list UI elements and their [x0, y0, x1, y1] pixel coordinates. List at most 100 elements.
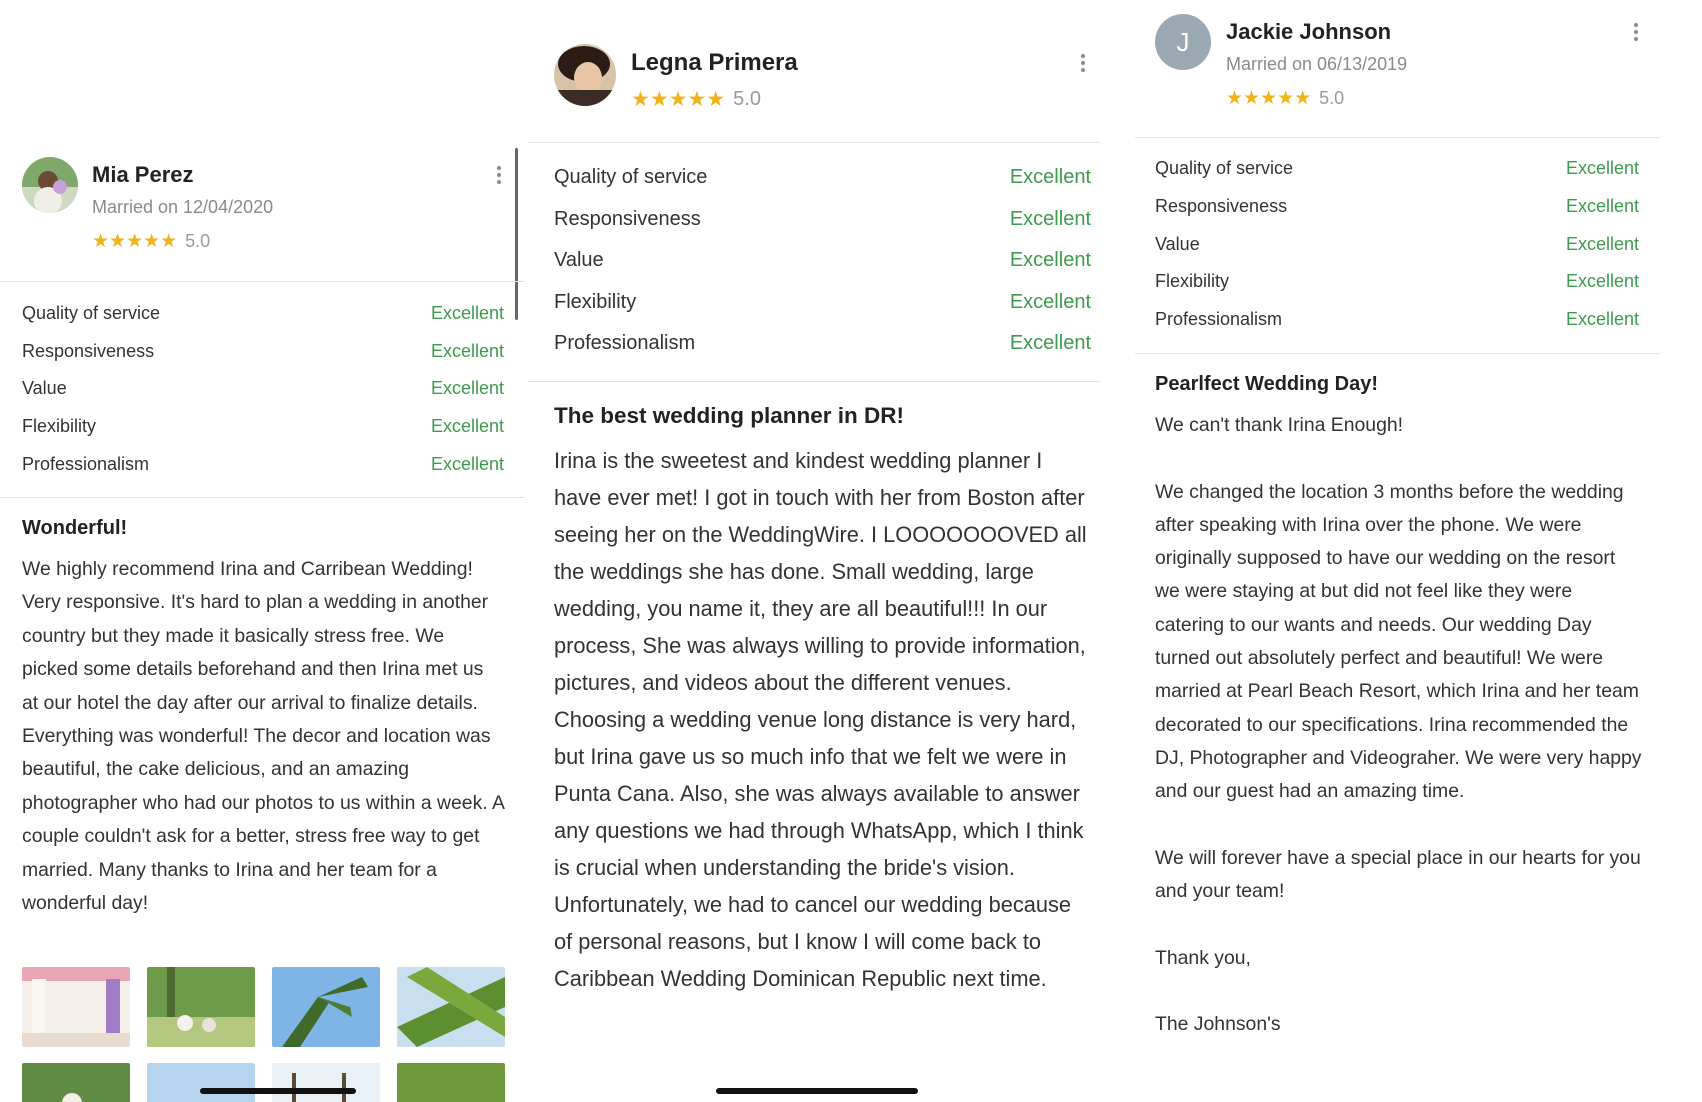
rating-label: Value	[22, 378, 67, 399]
reviewer-name: Jackie Johnson	[1226, 19, 1392, 44]
review-paragraph: Thank you,	[1155, 946, 1251, 969]
review-paragraph: The Johnson's	[1155, 1013, 1281, 1036]
avatar[interactable]	[554, 44, 616, 106]
rating-score: 5.0	[1319, 88, 1345, 108]
scrollbar[interactable]	[515, 148, 518, 320]
review-card-legna-primera: Legna Primera ★★★★★ 5.0 Quality of servi…	[528, 0, 1100, 1102]
review-title: The best wedding planner in DR!	[554, 403, 905, 428]
reviewer-name: Legna Primera	[631, 49, 798, 76]
rating-breakdown: Quality of service Excellent Responsiven…	[554, 157, 1091, 365]
star-rating: ★★★★★ 5.0	[1226, 87, 1344, 110]
rating-row-quality: Quality of service Excellent	[554, 157, 1091, 199]
rating-row-professionalism: Professionalism Excellent	[1155, 301, 1639, 339]
review-title: Wonderful!	[22, 517, 128, 539]
rating-row-professionalism: Professionalism Excellent	[22, 445, 504, 483]
photo-gallery	[22, 967, 505, 1102]
rating-row-quality: Quality of service Excellent	[1155, 150, 1639, 188]
rating-label: Professionalism	[554, 332, 696, 355]
rating-value: Excellent	[1009, 207, 1091, 230]
divider	[0, 497, 525, 498]
rating-row-flexibility: Flexibility Excellent	[22, 408, 504, 446]
rating-row-responsiveness: Responsiveness Excellent	[1155, 188, 1639, 226]
review-body: Irina is the sweetest and kindest weddin…	[554, 448, 1087, 991]
married-date: Married on 06/13/2019	[1226, 54, 1408, 74]
review-body: We can't thank Irina Enough! We changed …	[1155, 409, 1645, 1042]
review-paragraph: We will forever have a special place in …	[1155, 846, 1641, 903]
rating-row-quality: Quality of service Excellent	[22, 295, 504, 333]
review-paragraph: We can't thank Irina Enough!	[1155, 414, 1404, 436]
star-rating: ★★★★★ 5.0	[92, 230, 210, 253]
rating-label: Quality of service	[554, 166, 708, 189]
rating-row-value: Value Excellent	[554, 240, 1091, 282]
divider	[1135, 137, 1660, 138]
divider	[528, 142, 1100, 143]
rating-label: Value	[554, 249, 604, 272]
rating-score: 5.0	[185, 231, 211, 251]
rating-label: Quality of service	[22, 303, 161, 324]
photo-thumbnail[interactable]	[397, 967, 505, 1047]
rating-label: Professionalism	[22, 453, 150, 474]
avatar[interactable]: J	[1155, 14, 1211, 70]
rating-row-value: Value Excellent	[22, 370, 504, 408]
rating-value: Excellent	[1565, 196, 1639, 217]
divider	[1135, 353, 1660, 354]
rating-value: Excellent	[430, 416, 504, 437]
star-icon: ★★★★★	[92, 231, 178, 252]
photo-thumbnail[interactable]	[147, 967, 255, 1047]
rating-value: Excellent	[1009, 332, 1091, 355]
rating-value: Excellent	[1009, 290, 1091, 313]
married-date: Married on 12/04/2020	[92, 197, 274, 217]
rating-label: Flexibility	[554, 290, 637, 313]
rating-label: Professionalism	[1155, 309, 1283, 330]
rating-value: Excellent	[1565, 233, 1639, 254]
review-title: Pearlfect Wedding Day!	[1155, 373, 1379, 395]
photo-thumbnail[interactable]	[272, 967, 380, 1047]
star-rating: ★★★★★ 5.0	[631, 87, 761, 112]
avatar[interactable]	[22, 157, 78, 213]
star-icon: ★★★★★	[1226, 88, 1312, 109]
reviewer-name: Mia Perez	[92, 162, 194, 187]
rating-label: Responsiveness	[22, 340, 155, 361]
rating-row-responsiveness: Responsiveness Excellent	[554, 199, 1091, 241]
divider	[0, 281, 525, 282]
photo-thumbnail[interactable]	[22, 967, 130, 1047]
rating-value: Excellent	[430, 340, 504, 361]
rating-value: Excellent	[430, 378, 504, 399]
photo-thumbnail[interactable]	[22, 1063, 130, 1102]
rating-value: Excellent	[1009, 166, 1091, 189]
rating-label: Responsiveness	[1155, 196, 1288, 217]
photo-thumbnail[interactable]	[397, 1063, 505, 1102]
divider	[528, 381, 1100, 382]
rating-value: Excellent	[1565, 271, 1639, 292]
rating-label: Flexibility	[1155, 271, 1230, 292]
more-vertical-icon[interactable]	[1632, 23, 1640, 41]
rating-value: Excellent	[1565, 158, 1639, 179]
rating-score: 5.0	[733, 88, 761, 110]
rating-value: Excellent	[430, 303, 504, 324]
rating-label: Responsiveness	[554, 207, 701, 230]
rating-row-value: Value Excellent	[1155, 225, 1639, 263]
photo-thumbnail[interactable]	[272, 1063, 380, 1102]
rating-breakdown: Quality of service Excellent Responsiven…	[1155, 150, 1639, 338]
home-indicator[interactable]	[716, 1088, 918, 1094]
rating-label: Value	[1155, 233, 1200, 254]
rating-label: Quality of service	[1155, 158, 1294, 179]
review-card-jackie-johnson: J Jackie Johnson Married on 06/13/2019 ★…	[1135, 0, 1702, 1102]
review-paragraph: We changed the location 3 months before …	[1155, 480, 1642, 803]
rating-row-flexibility: Flexibility Excellent	[1155, 263, 1639, 301]
more-vertical-icon[interactable]	[1079, 54, 1087, 72]
rating-row-professionalism: Professionalism Excellent	[554, 323, 1091, 365]
review-body: We highly recommend Irina and Carribean …	[22, 558, 504, 915]
rating-value: Excellent	[430, 453, 504, 474]
home-indicator[interactable]	[200, 1088, 356, 1094]
rating-value: Excellent	[1009, 249, 1091, 272]
rating-breakdown: Quality of service Excellent Responsiven…	[22, 295, 504, 483]
rating-label: Flexibility	[22, 416, 97, 437]
photo-thumbnail[interactable]	[147, 1063, 255, 1102]
review-card-mia-perez: Mia Perez Married on 12/04/2020 ★★★★★ 5.…	[0, 0, 525, 1102]
more-vertical-icon[interactable]	[495, 166, 503, 184]
star-icon: ★★★★★	[631, 88, 726, 111]
rating-value: Excellent	[1565, 309, 1639, 330]
rating-row-responsiveness: Responsiveness Excellent	[22, 333, 504, 371]
rating-row-flexibility: Flexibility Excellent	[554, 282, 1091, 324]
